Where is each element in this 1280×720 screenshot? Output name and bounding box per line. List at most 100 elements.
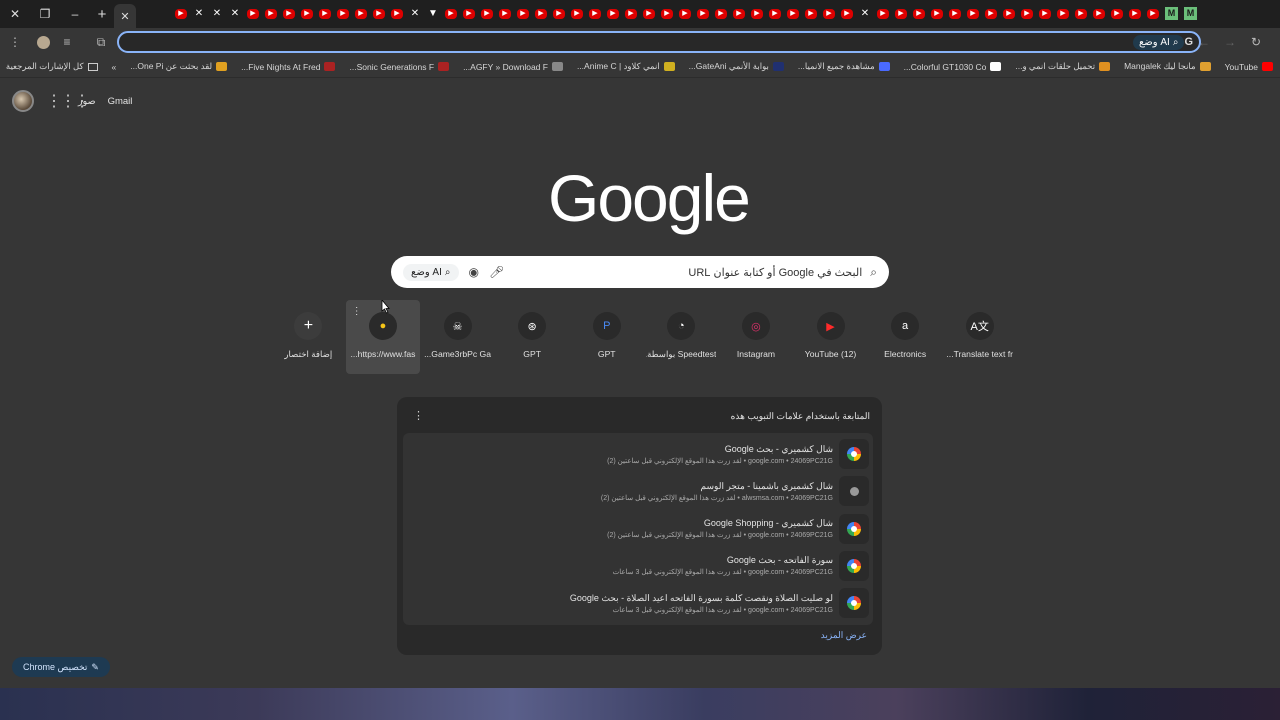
- tab-favicon[interactable]: ▶: [517, 9, 529, 19]
- tab-favicon[interactable]: ▶: [1129, 9, 1141, 19]
- shortcut-tile[interactable]: ◔ Speedtest بواسطة...: [644, 300, 719, 374]
- gmail-link[interactable]: Gmail: [108, 96, 133, 107]
- forward-icon[interactable]: →: [1218, 30, 1242, 54]
- tab-favicon[interactable]: ▶: [769, 9, 781, 19]
- tab-favicon[interactable]: ✕: [856, 5, 874, 23]
- tab-favicon[interactable]: ▶: [805, 9, 817, 19]
- tab-favicon[interactable]: ▶: [931, 9, 943, 19]
- tab-favicon[interactable]: ▶: [1057, 9, 1069, 19]
- shortcut-tile[interactable]: ☠ Game3rbPc Ga...: [420, 300, 495, 374]
- tab-favicon[interactable]: ▶: [1111, 9, 1123, 19]
- tab-favicon[interactable]: ▶: [625, 9, 637, 19]
- shortcut-menu-icon[interactable]: ⋮: [352, 306, 362, 317]
- bookmark-item[interactable]: YouTube: [1218, 62, 1280, 72]
- bookmark-item[interactable]: Five Nights At Fred...: [234, 62, 342, 72]
- search-ai-mode-button[interactable]: وضع AI ⌕: [403, 263, 459, 281]
- lens-camera-icon[interactable]: ◉: [469, 265, 479, 279]
- bookmark-item[interactable]: انمي كلاود | Anime C...: [570, 61, 682, 72]
- shortcut-tile[interactable]: P GPT: [569, 300, 644, 374]
- search-input[interactable]: البحث في Google أو كتابة عنوان URL: [688, 266, 862, 279]
- journey-item[interactable]: شال كشميري - بحث Google google.com • 2406…: [407, 437, 869, 471]
- tab-favicon[interactable]: ▶: [787, 9, 799, 19]
- tab-favicon[interactable]: ▶: [643, 9, 655, 19]
- apps-grid-icon[interactable]: ⋮⋮⋮: [46, 91, 90, 111]
- tab-favicon[interactable]: ▶: [499, 9, 511, 19]
- tab-favicon[interactable]: ▶: [697, 9, 709, 19]
- all-bookmarks-button[interactable]: كل الإشارات المرجعية: [0, 61, 105, 72]
- tab-favicon[interactable]: ▶: [175, 9, 187, 19]
- shortcut-tile[interactable]: a Electronics: [868, 300, 943, 374]
- tab-favicon[interactable]: ▶: [715, 9, 727, 19]
- tab-favicon[interactable]: ▶: [571, 9, 583, 19]
- tab-favicon[interactable]: ▶: [967, 9, 979, 19]
- microphone-icon[interactable]: 🎤︎: [489, 265, 504, 279]
- tab-favicon[interactable]: ▶: [265, 9, 277, 19]
- tab-favicon[interactable]: M: [1165, 7, 1178, 20]
- journey-item[interactable]: شال كشميري - Google Shopping google.com •…: [407, 512, 869, 546]
- menu-kebab-icon[interactable]: ⋮: [3, 30, 27, 54]
- tab-search-icon[interactable]: ≡: [55, 30, 79, 54]
- search-box[interactable]: ⌕ البحث في Google أو كتابة عنوان URL وضع…: [391, 256, 889, 288]
- tab-favicon[interactable]: ▶: [247, 9, 259, 19]
- tab-favicon[interactable]: ▶: [481, 9, 493, 19]
- tab-list[interactable]: ▶ ✕ ✕ ✕ ▶ ▶ ▶ ▶ ▶ ▶ ▶ ▶ ▶ ✕ ▼ ▶ ▶ ▶ ▶ ▶ ▶ ▶ ▶ ▶ ▶ ▶ ▶ ▶ ▶ ▶ ▶ ▶ ▶ ▶ ▶ ▶ ▶ ▶ ✕ ▶…: [172, 5, 1280, 23]
- tab-favicon[interactable]: ▶: [1021, 9, 1033, 19]
- bookmark-item[interactable]: Colorful GT1030 Co...: [897, 62, 1009, 72]
- tab-favicon[interactable]: ▶: [1075, 9, 1087, 19]
- shortcut-tile[interactable]: A文 Translate text fr...: [942, 300, 1017, 374]
- tab-favicon[interactable]: ▶: [337, 9, 349, 19]
- bookmark-item[interactable]: AGFY » Download F...: [456, 62, 570, 72]
- tab-favicon[interactable]: ✕: [226, 5, 244, 23]
- tab-favicon[interactable]: ▶: [1039, 9, 1051, 19]
- shortcut-tile[interactable]: ▶ (12) YouTube: [793, 300, 868, 374]
- tab-favicon[interactable]: ▶: [913, 9, 925, 19]
- new-tab-button[interactable]: +: [90, 0, 114, 28]
- tab-favicon[interactable]: ✕: [208, 5, 226, 23]
- shortcut-tile[interactable]: + إضافة اختصار: [271, 300, 346, 374]
- tab-favicon[interactable]: ▶: [823, 9, 835, 19]
- active-tab-close-icon[interactable]: ✕: [114, 4, 136, 28]
- tab-favicon[interactable]: ▶: [445, 9, 457, 19]
- bookmark-item[interactable]: Sonic Generations F...: [342, 62, 456, 72]
- tab-favicon[interactable]: ▶: [733, 9, 745, 19]
- tab-favicon[interactable]: M: [1184, 7, 1197, 20]
- journey-item[interactable]: سورة الفاتحه - بحث Google google.com • 24…: [407, 549, 869, 583]
- bookmark-item[interactable]: تحميل حلقات انمي و...: [1008, 61, 1117, 72]
- tab-favicon[interactable]: ▶: [877, 9, 889, 19]
- tab-favicon[interactable]: ▶: [1147, 9, 1159, 19]
- tab-favicon[interactable]: ▶: [841, 9, 853, 19]
- omnibox-ai-mode-button[interactable]: وضع AI ⌕: [1132, 34, 1185, 50]
- bookmark-item[interactable]: بوابة الأنمي GateAni...: [682, 61, 791, 72]
- bookmark-item[interactable]: مشاهدة جميع الانميا...: [791, 61, 897, 72]
- customize-chrome-button[interactable]: ✎ تخصيص Chrome: [12, 657, 110, 677]
- profile-avatar-icon[interactable]: [31, 30, 55, 54]
- window-minimize-button[interactable]: –: [60, 0, 90, 28]
- tab-favicon[interactable]: ▶: [985, 9, 997, 19]
- shortcut-tile[interactable]: ◎ Instagram: [719, 300, 794, 374]
- extensions-icon[interactable]: ⧉: [89, 30, 113, 54]
- tab-favicon[interactable]: ✕: [406, 5, 424, 23]
- tab-favicon[interactable]: ▶: [751, 9, 763, 19]
- tab-favicon[interactable]: ▶: [1003, 9, 1015, 19]
- tab-favicon[interactable]: ▶: [589, 9, 601, 19]
- tab-favicon[interactable]: ▼: [424, 5, 442, 23]
- tab-favicon[interactable]: ▶: [553, 9, 565, 19]
- tab-favicon[interactable]: ✕: [190, 5, 208, 23]
- tab-favicon[interactable]: ▶: [661, 9, 673, 19]
- shortcut-tile[interactable]: ⊛ GPT: [495, 300, 570, 374]
- window-restore-button[interactable]: ❐: [30, 0, 60, 28]
- images-link[interactable]: صور: [78, 96, 96, 107]
- tab-favicon[interactable]: ▶: [463, 9, 475, 19]
- tab-favicon[interactable]: ▶: [1093, 9, 1105, 19]
- tab-favicon[interactable]: ▶: [355, 9, 367, 19]
- tab-favicon[interactable]: ▶: [949, 9, 961, 19]
- bookmark-item[interactable]: مانجا ليك Mangalek: [1117, 61, 1218, 72]
- account-avatar[interactable]: [12, 90, 34, 112]
- journey-item[interactable]: شال كشميري باشمينا - متجر الوسم alwsmsa.c…: [407, 474, 869, 508]
- bookmark-item[interactable]: لقد بحثت عن One Pi...: [123, 61, 234, 72]
- tab-favicon[interactable]: ▶: [535, 9, 547, 19]
- tab-favicon[interactable]: ▶: [679, 9, 691, 19]
- tab-favicon[interactable]: ▶: [607, 9, 619, 19]
- reload-icon[interactable]: ↻: [1244, 30, 1268, 54]
- tab-favicon[interactable]: ▶: [283, 9, 295, 19]
